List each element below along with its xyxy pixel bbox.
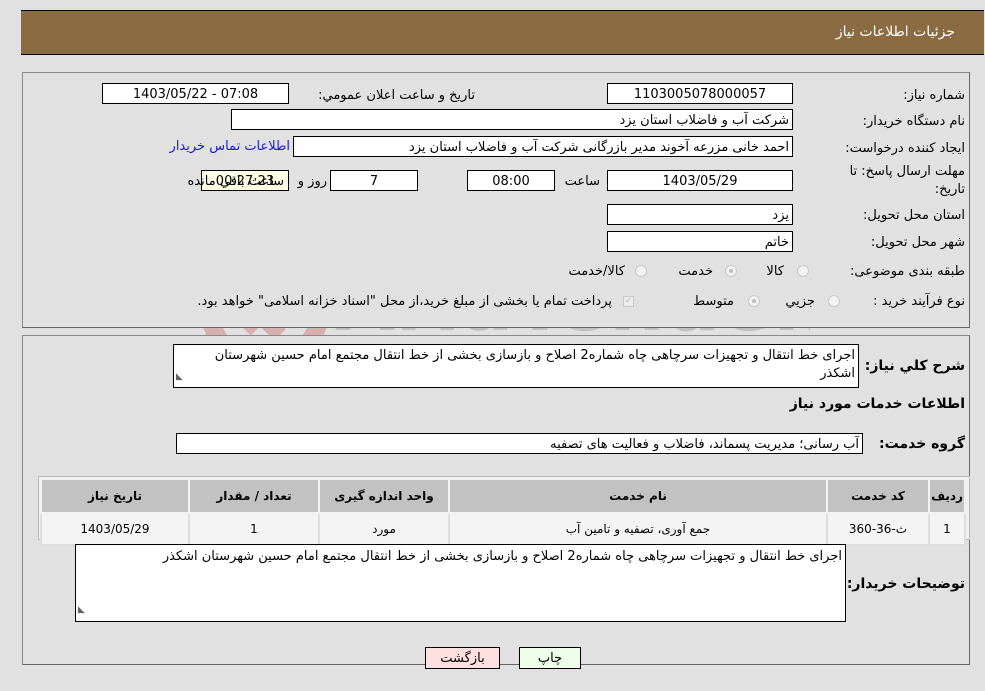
category-option-goods: کالا bbox=[766, 264, 784, 279]
deadline-time-field: 08:00 bbox=[467, 170, 555, 191]
summary-text: اجرای خط انتقال و تجهیزات سرچاهی چاه شما… bbox=[214, 348, 855, 381]
buyer-contact-link[interactable]: اطلاعات تماس خریدار bbox=[170, 139, 290, 154]
category-option-goods-service: کالا/خدمت bbox=[568, 264, 625, 279]
days-remaining-field: 7 bbox=[330, 170, 418, 191]
province-label: استان محل تحویل: bbox=[863, 208, 965, 223]
cell-service-code: ث-36-360 bbox=[826, 512, 930, 546]
back-button[interactable]: بازگشت bbox=[425, 647, 500, 669]
process-type-label: نوع فرآیند خرید : bbox=[873, 294, 965, 309]
resize-grip-icon[interactable]: ◢ bbox=[78, 601, 85, 620]
treasury-checkbox-label: پرداخت تمام یا بخشی از مبلغ خرید،از محل … bbox=[197, 294, 612, 309]
process-radio-minor[interactable] bbox=[828, 295, 840, 307]
process-radio-medium[interactable] bbox=[748, 295, 760, 307]
buyer-notes-label: توضیحات خریدار: bbox=[846, 576, 965, 592]
resize-grip-icon[interactable]: ◢ bbox=[176, 368, 183, 386]
category-radio-service[interactable] bbox=[725, 265, 737, 277]
buyer-org-label: نام دستگاه خریدار: bbox=[862, 114, 965, 129]
remaining-label: ساعت باقي مانده bbox=[187, 174, 284, 189]
service-group-field: آب رسانی؛ مدیریت پسماند، فاضلاب و فعالیت… bbox=[176, 433, 863, 454]
creator-label: ایجاد کننده درخواست: bbox=[845, 141, 965, 156]
cell-unit: مورد bbox=[318, 512, 450, 546]
col-header-row-number: ردیف bbox=[928, 478, 966, 514]
need-number-field: 1103005078000057 bbox=[607, 83, 793, 104]
cell-quantity: 1 bbox=[188, 512, 320, 546]
announce-datetime-field: 1403/05/22 - 07:08 bbox=[102, 83, 289, 104]
col-header-quantity: تعداد / مقدار bbox=[188, 478, 320, 514]
buyer-org-field: شرکت آب و فاضلاب استان یزد bbox=[231, 109, 793, 130]
treasury-checkbox[interactable]: ✓ bbox=[623, 296, 634, 307]
buyer-notes-textarea[interactable]: اجرای خط انتقال و تجهیزات سرچاهی چاه شما… bbox=[75, 544, 846, 622]
deadline-date-field: 1403/05/29 bbox=[607, 170, 793, 191]
services-heading: اطلاعات خدمات مورد نیاز bbox=[789, 396, 965, 412]
process-option-medium: متوسط bbox=[693, 294, 734, 309]
cell-service-name: جمع آوری، تصفیه و تامین آب bbox=[448, 512, 828, 546]
table-row: 1 ث-36-360 جمع آوری، تصفیه و تامین آب مو… bbox=[40, 512, 966, 546]
announce-label: تاریخ و ساعت اعلان عمومي: bbox=[318, 88, 475, 103]
category-radio-goods-service[interactable] bbox=[635, 265, 647, 277]
deadline-time-label: ساعت bbox=[564, 174, 600, 189]
col-header-need-date: تاریخ نیاز bbox=[40, 478, 190, 514]
deadline-label-1: مهلت ارسال پاسخ: تا bbox=[849, 164, 965, 179]
services-table: ردیف کد خدمت نام خدمت واحد اندازه گیری ت… bbox=[40, 478, 966, 546]
col-header-service-code: کد خدمت bbox=[826, 478, 930, 514]
category-radio-goods[interactable] bbox=[797, 265, 809, 277]
process-option-minor: جزيي bbox=[785, 294, 815, 309]
page-header: جزئیات اطلاعات نیاز bbox=[21, 10, 984, 55]
col-header-service-name: نام خدمت bbox=[448, 478, 828, 514]
summary-textarea[interactable]: اجرای خط انتقال و تجهیزات سرچاهی چاه شما… bbox=[173, 344, 859, 388]
summary-label: شرح کلي نیاز: bbox=[864, 358, 965, 374]
deadline-label-2: تاریخ: bbox=[934, 182, 965, 197]
days-label: روز و bbox=[297, 174, 327, 189]
page-title: جزئیات اطلاعات نیاز bbox=[835, 24, 955, 40]
need-number-label: شماره نیاز: bbox=[903, 88, 965, 103]
service-group-label: گروه خدمت: bbox=[879, 436, 965, 452]
cell-need-date: 1403/05/29 bbox=[40, 512, 190, 546]
creator-field: احمد خانی مزرعه آخوند مدیر بازرگانی شرکت… bbox=[293, 136, 793, 157]
province-field: یزد bbox=[607, 204, 793, 225]
print-button[interactable]: چاپ bbox=[519, 647, 581, 669]
cell-row-number: 1 bbox=[928, 512, 966, 546]
city-label: شهر محل تحویل: bbox=[870, 235, 965, 250]
buyer-notes-text: اجرای خط انتقال و تجهیزات سرچاهی چاه شما… bbox=[162, 549, 842, 564]
category-option-service: خدمت bbox=[678, 264, 713, 279]
category-label: طبقه بندی موضوعی: bbox=[849, 264, 965, 279]
table-header-row: ردیف کد خدمت نام خدمت واحد اندازه گیری ت… bbox=[40, 478, 966, 514]
city-field: خاتم bbox=[607, 231, 793, 252]
col-header-unit: واحد اندازه گیری bbox=[318, 478, 450, 514]
